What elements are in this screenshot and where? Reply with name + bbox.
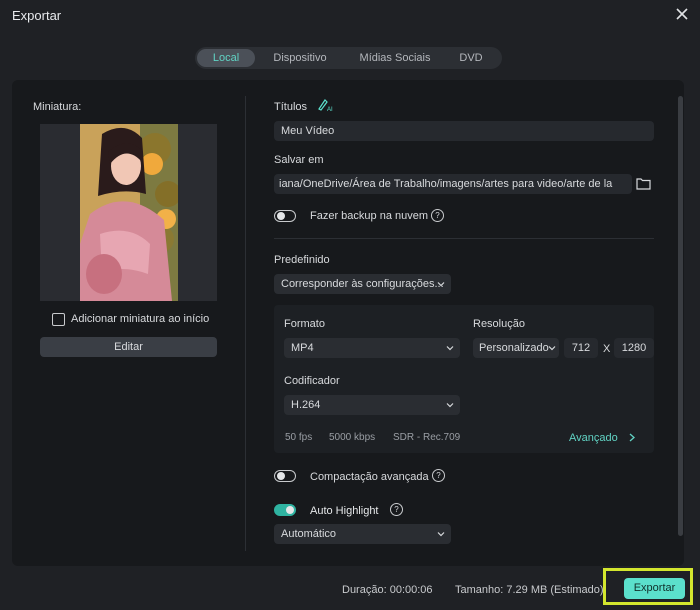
auto-highlight-value: Automático [281, 528, 337, 540]
duration-info: Duração: 00:00:06 [342, 584, 433, 596]
tab-local[interactable]: Local [197, 49, 255, 67]
advanced-button[interactable]: Avançado [569, 432, 635, 444]
preset-label: Predefinido [274, 254, 330, 266]
folder-icon[interactable] [636, 177, 651, 190]
encoder-dropdown[interactable]: H.264 [284, 395, 460, 415]
cloud-backup-toggle[interactable] [274, 210, 296, 222]
resolution-dropdown[interactable]: Personalizado [473, 338, 559, 358]
encoder-value: H.264 [291, 399, 321, 411]
save-path-input[interactable]: iana/OneDrive/Área de Trabalho/imagens/a… [274, 174, 632, 194]
chevron-down-icon [437, 532, 445, 537]
resolution-label: Resolução [473, 318, 525, 330]
tab-dvd[interactable]: DVD [445, 49, 497, 67]
resolution-value: Personalizado [479, 342, 549, 354]
resolution-separator: X [603, 343, 611, 355]
tab-device[interactable]: Dispositivo [255, 49, 345, 67]
bitrate-value: 5000 kbps [329, 432, 376, 443]
export-button[interactable]: Exportar [624, 578, 685, 599]
fps-value: 50 fps [285, 432, 313, 443]
help-icon[interactable]: ? [390, 503, 403, 516]
scrollbar[interactable] [678, 96, 683, 536]
svg-text:AI: AI [327, 107, 333, 112]
thumbnail-image [80, 124, 178, 301]
chevron-down-icon [446, 346, 454, 351]
tab-social-media[interactable]: Mídias Sociais [345, 49, 445, 67]
section-divider [274, 238, 654, 239]
size-info: Tamanho: 7.29 MB (Estimado) [455, 584, 604, 596]
height-input[interactable]: 1280 [614, 338, 654, 358]
title-label: Títulos [274, 101, 308, 113]
duration-label: Duração: [342, 584, 387, 596]
auto-highlight-label: Auto Highlight [310, 505, 379, 517]
format-value: MP4 [291, 342, 314, 354]
add-thumbnail-checkbox[interactable] [52, 313, 65, 326]
chevron-down-icon [548, 346, 556, 351]
export-tabs: Local Dispositivo Mídias Sociais DVD [195, 47, 502, 69]
advanced-label: Avançado [569, 432, 618, 444]
chevron-down-icon [437, 282, 445, 287]
auto-highlight-toggle[interactable] [274, 504, 296, 516]
auto-highlight-dropdown[interactable]: Automático [274, 524, 451, 544]
format-label: Formato [284, 318, 325, 330]
help-icon[interactable]: ? [431, 209, 444, 222]
cloud-backup-label: Fazer backup na nuvem [310, 210, 429, 222]
encoder-label: Codificador [284, 375, 340, 387]
advanced-compression-label: Compactação avançada [310, 471, 429, 483]
dialog-title: Exportar [12, 8, 62, 23]
preset-value: Corresponder às configurações... [281, 278, 444, 290]
thumbnail-label: Miniatura: [33, 101, 82, 113]
color-space-value: SDR - Rec.709 [393, 432, 461, 443]
format-dropdown[interactable]: MP4 [284, 338, 460, 358]
edit-thumbnail-button[interactable]: Editar [40, 337, 217, 357]
chevron-down-icon [446, 403, 454, 408]
close-icon[interactable] [674, 6, 690, 22]
divider [245, 96, 246, 551]
size-label: Tamanho: [455, 584, 504, 596]
size-value: 7.29 MB (Estimado) [506, 584, 604, 596]
chevron-right-icon [629, 433, 635, 442]
save-location-label: Salvar em [274, 154, 324, 166]
add-thumbnail-label: Adicionar miniatura ao início [71, 313, 210, 325]
preset-dropdown[interactable]: Corresponder às configurações... [274, 274, 451, 294]
ai-pen-icon[interactable]: AI [317, 98, 333, 112]
duration-value: 00:00:06 [389, 584, 433, 596]
title-input[interactable]: Meu Vídeo [274, 121, 654, 141]
advanced-compression-toggle[interactable] [274, 470, 296, 482]
width-input[interactable]: 712 [564, 338, 598, 358]
help-icon[interactable]: ? [432, 469, 445, 482]
